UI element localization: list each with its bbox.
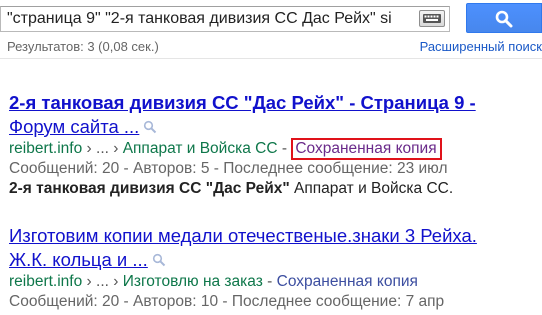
advanced-search-link[interactable]: Расширенный поиск — [420, 39, 542, 54]
result-snippet: 2-я танковая дивизия СС "Дас Рейх" Аппар… — [9, 179, 542, 199]
instant-preview-icon[interactable] — [143, 116, 157, 134]
result-cite: reibert.info › ... › Аппарат и Войска СС… — [9, 138, 542, 160]
search-button[interactable] — [466, 3, 542, 33]
results-stats-bar: Результатов: 3 (0,08 сек.) Расширенный п… — [0, 37, 542, 57]
results-count: Результатов: 3 (0,08 сек.) — [7, 39, 159, 54]
result-title-link[interactable]: Изготовим копии медали отечественые.знак… — [9, 224, 542, 272]
result-title-line-2[interactable]: Форум сайта ... — [9, 116, 139, 137]
search-result: 2-я танковая дивизия СС "Дас Рейх" - Стр… — [9, 91, 542, 199]
cite-path: › ... › — [82, 273, 123, 290]
search-bar — [0, 0, 542, 34]
cite-section: Изготовлю на заказ — [122, 273, 263, 290]
magnifier-icon — [495, 10, 513, 28]
search-box[interactable] — [0, 6, 450, 32]
result-title-link[interactable]: 2-я танковая дивизия СС "Дас Рейх" - Стр… — [9, 91, 542, 139]
result-cite: reibert.info › ... › Изготовлю на заказ … — [9, 272, 542, 292]
cached-copy-link[interactable]: Сохраненная копия — [291, 138, 442, 160]
result-meta: Сообщений: 20 - Авторов: 10 - Последнее … — [9, 293, 445, 310]
result-title-line-2[interactable]: Ж.К. кольца и ... — [9, 249, 148, 270]
result-title-line-1[interactable]: 2-я танковая дивизия СС "Дас Рейх" - Стр… — [9, 92, 476, 113]
cite-domain: reibert.info — [9, 273, 83, 290]
cite-dash: - — [277, 140, 292, 157]
keyboard-icon[interactable] — [419, 10, 445, 27]
result-title-line-1[interactable]: Изготовим копии медали отечественые.знак… — [9, 225, 477, 246]
cite-section: Аппарат и Войска СС — [122, 140, 278, 157]
divider — [0, 58, 542, 59]
cached-copy-link[interactable]: Сохраненная копия — [277, 273, 418, 290]
cite-path: › ... › — [82, 140, 123, 157]
search-input[interactable] — [1, 7, 419, 31]
result-meta: Сообщений: 20 - Авторов: 5 - Последнее с… — [9, 160, 448, 177]
search-result: Изготовим копии медали отечественые.знак… — [9, 224, 542, 312]
instant-preview-icon[interactable] — [152, 249, 166, 267]
snippet-bold: 2-я танковая дивизия СС "Дас Рейх" — [9, 180, 290, 197]
snippet-text: Аппарат и Войска СС. — [289, 180, 454, 197]
cite-dash: - — [262, 273, 277, 290]
cite-domain: reibert.info — [9, 140, 83, 157]
